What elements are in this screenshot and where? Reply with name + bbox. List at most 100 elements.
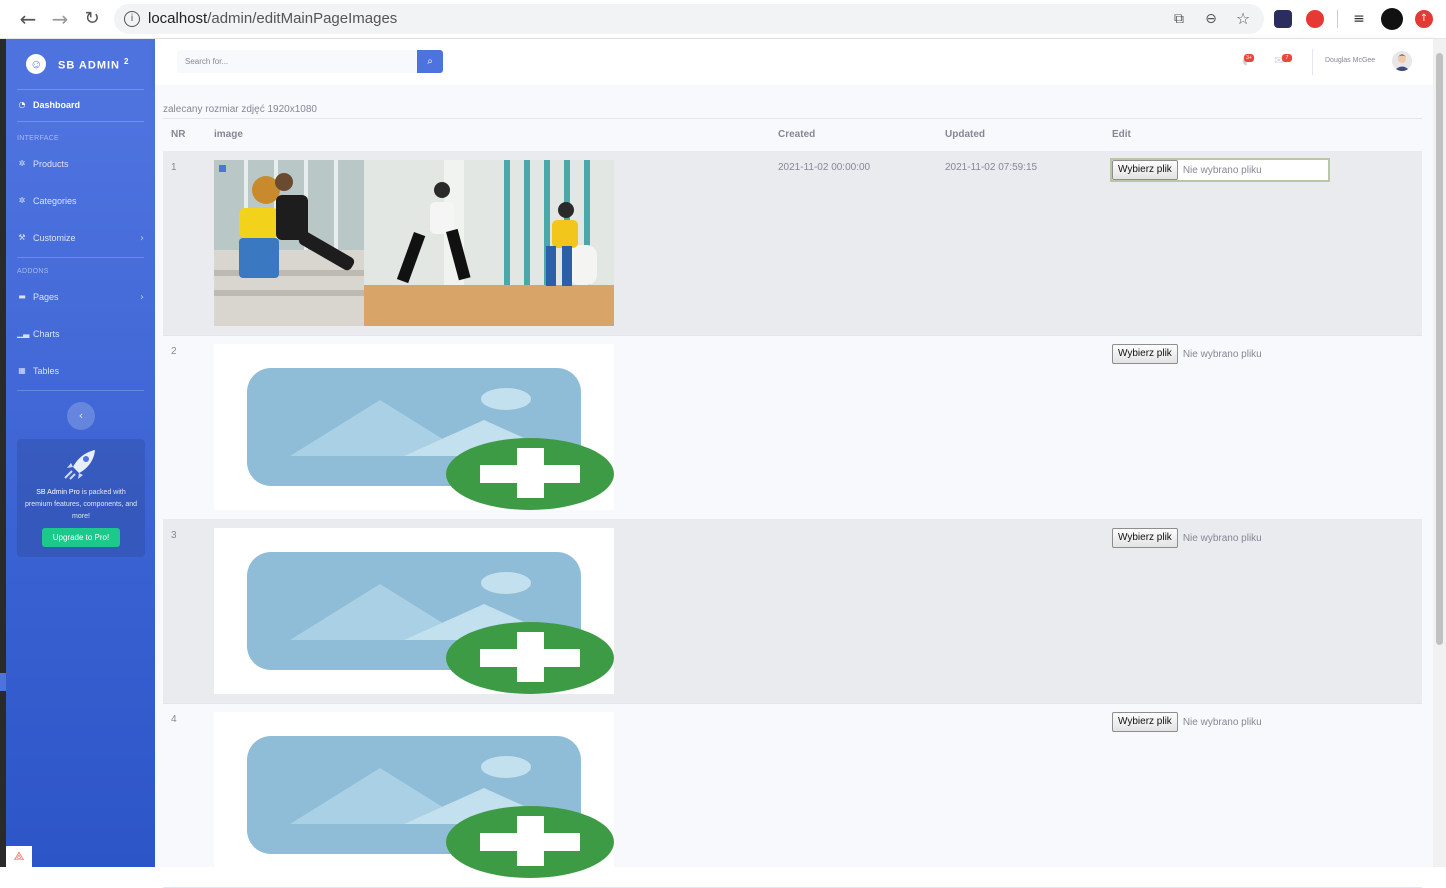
address-bar[interactable]: i localhost/admin/editMainPageImages ⧉ ⊖… (114, 4, 1264, 34)
table-icon: ▦ (18, 366, 26, 375)
reload-icon[interactable]: ↻ (80, 7, 104, 31)
profile-avatar[interactable] (1381, 8, 1403, 30)
scrollbar-thumb[interactable] (1436, 53, 1443, 645)
sidebar-item-pages[interactable]: ▬ Pages › (17, 291, 144, 303)
row-image[interactable] (214, 528, 614, 694)
column-header-updated: Updated (945, 129, 985, 140)
file-input[interactable]: Wybierz plik Nie wybrano pliku (1112, 712, 1262, 732)
search-button[interactable]: ⌕ (417, 50, 443, 73)
sidebar-item-tables[interactable]: ▦ Tables (17, 366, 59, 376)
image-size-hint: zalecany rozmiar zdjęć 1920x1080 (163, 104, 317, 115)
tachometer-icon: ◔ (18, 100, 26, 109)
file-input[interactable]: Wybierz plik Nie wybrano pliku (1112, 528, 1262, 548)
sidebar-heading: INTERFACE (17, 135, 59, 142)
avatar[interactable] (1392, 51, 1412, 71)
star-icon[interactable]: ☆ (1234, 11, 1252, 27)
page-scrollbar[interactable] (1433, 39, 1446, 867)
updated-date: 2021-11-02 07:59:15 (945, 162, 1038, 173)
row-number: 3 (171, 530, 177, 541)
main-content: zalecany rozmiar zdjęć 1920x1080 NR imag… (155, 85, 1433, 888)
chevron-right-icon: › (140, 291, 144, 303)
alerts-badge: 3+ (1244, 54, 1254, 62)
sidebar-item-label: Customize (33, 233, 76, 243)
wrench-icon: ⚒ (18, 233, 26, 242)
column-header-nr: NR (171, 129, 186, 140)
update-icon[interactable]: ↑ (1415, 10, 1433, 28)
search-input[interactable]: Search for... (177, 50, 417, 73)
sidebar-heading: ADDONS (17, 268, 49, 275)
sidebar-promo-card: SB Admin Pro is packed with premium feat… (17, 439, 145, 557)
sidebar-brand[interactable]: ☺ SB ADMIN 2 (23, 51, 130, 77)
sidebar-item-label: Charts (33, 329, 60, 339)
file-input[interactable]: Wybierz plik Nie wybrano pliku (1110, 158, 1330, 182)
cog-icon: ✲ (18, 196, 26, 205)
no-file-label: Nie wybrano pliku (1182, 532, 1262, 544)
back-icon[interactable]: ← (16, 7, 40, 31)
row-number: 4 (171, 714, 177, 725)
no-file-label: Nie wybrano pliku (1182, 164, 1262, 176)
promo-text: SB Admin Pro is packed with premium feat… (24, 489, 138, 520)
url-text[interactable]: localhost/admin/editMainPageImages (148, 10, 397, 27)
row-image[interactable] (214, 712, 614, 878)
chart-icon: ▁▃ (17, 329, 30, 338)
created-date: 2021-11-02 00:00:00 (778, 162, 871, 173)
choose-file-button[interactable]: Wybierz plik (1112, 528, 1178, 548)
forward-icon[interactable]: → (48, 7, 72, 31)
rocket-icon (64, 450, 95, 480)
placeholder-add-image (214, 528, 614, 694)
file-input[interactable]: Wybierz plik Nie wybrano pliku (1112, 344, 1262, 364)
laugh-wink-icon: ☺ (23, 51, 49, 77)
topbar-divider (1312, 49, 1313, 75)
messages-badge: 7 (1282, 54, 1292, 62)
sidebar-item-label: Dashboard (33, 100, 81, 110)
sidebar-item-charts[interactable]: ▁▃ Charts (17, 329, 60, 339)
column-header-created: Created (778, 129, 816, 140)
cog-icon: ✲ (18, 159, 26, 168)
upgrade-button[interactable]: Upgrade to Pro! (42, 528, 120, 547)
table-row: 4 Wybierz plik Nie wybrano pliku (163, 703, 1422, 888)
photo-rollerskaters (214, 160, 614, 326)
user-name[interactable]: Douglas McGee (1325, 57, 1375, 64)
extension-icon[interactable] (1274, 10, 1292, 28)
search-icon: ⌕ (427, 56, 433, 67)
sidebar-item-label: Pages (33, 292, 59, 302)
choose-file-button[interactable]: Wybierz plik (1112, 160, 1178, 180)
translate-icon[interactable]: ⧉ (1170, 11, 1188, 27)
chevron-right-icon: › (140, 232, 144, 244)
playlist-icon[interactable]: ≡ (1350, 10, 1368, 28)
sidebar-item-label: Categories (33, 196, 77, 206)
choose-file-button[interactable]: Wybierz plik (1112, 344, 1178, 364)
folder-icon: ▬ (18, 292, 26, 301)
table-row: 1 2021-11-02 00:00:00 2021-11-02 07:59:1… (163, 151, 1422, 336)
column-header-edit: Edit (1112, 129, 1131, 140)
sidebar-divider (17, 390, 144, 391)
table-row: 2 Wybierz plik Nie wybrano pliku (163, 335, 1422, 520)
sidebar-item-customize[interactable]: ⚒ Customize › (17, 232, 144, 244)
zoom-icon[interactable]: ⊖ (1202, 11, 1220, 27)
table-row: 3 Wybierz plik Nie wybrano pliku (163, 519, 1422, 704)
sidebar-item-products[interactable]: ✲ Products (17, 159, 69, 169)
placeholder-add-image (214, 344, 614, 510)
user-avatar-icon (1394, 54, 1410, 71)
choose-file-button[interactable]: Wybierz plik (1112, 712, 1178, 732)
sidebar-toggle-button[interactable]: ‹ (67, 402, 95, 430)
sidebar-divider (17, 89, 144, 90)
sidebar-item-label: Products (33, 159, 69, 169)
row-number: 1 (171, 162, 177, 173)
no-file-label: Nie wybrano pliku (1182, 716, 1262, 728)
no-file-label: Nie wybrano pliku (1182, 348, 1262, 360)
placeholder-add-image (214, 712, 614, 878)
browser-toolbar: ← → ↻ i localhost/admin/editMainPageImag… (0, 0, 1446, 39)
sidebar-item-categories[interactable]: ✲ Categories (17, 196, 77, 206)
table-header: NR image Created Updated Edit (163, 118, 1422, 153)
row-image[interactable] (214, 344, 614, 510)
brand-text: SB ADMIN 2 (58, 56, 130, 72)
row-number: 2 (171, 346, 177, 357)
toolbar-divider (1337, 10, 1338, 28)
sidebar-item-dashboard[interactable]: ◔ Dashboard (17, 100, 81, 110)
column-header-image: image (214, 129, 243, 140)
info-icon[interactable]: i (124, 11, 140, 27)
row-image[interactable] (214, 160, 614, 326)
laravel-icon[interactable]: ⟁ (6, 846, 32, 867)
extension-icon[interactable] (1306, 10, 1324, 28)
